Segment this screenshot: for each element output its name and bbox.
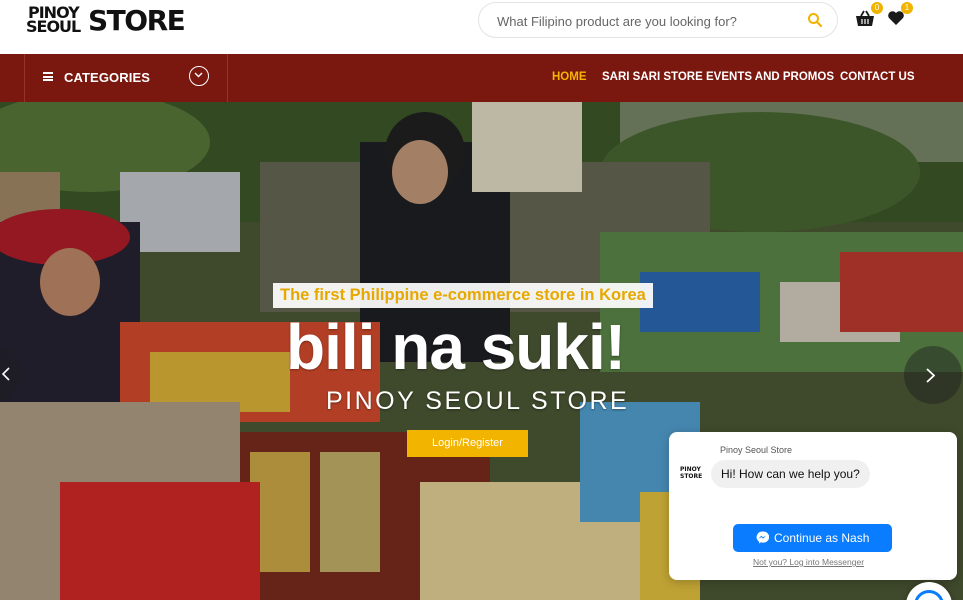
categories-dropdown[interactable]: CATEGORIES	[24, 54, 228, 102]
search-bar	[478, 2, 838, 38]
wishlist-count-badge: 1	[901, 2, 913, 14]
nav-events-and-promos[interactable]: EVENTS AND PROMOS	[706, 71, 834, 83]
nav-sari-sari-store[interactable]: SARI SARI STORE	[602, 71, 703, 83]
hero-subheadline: PINOY SEOUL STORE	[326, 387, 630, 415]
nav-home[interactable]: HOME	[552, 71, 587, 83]
continue-as-button[interactable]: Continue as Nash	[733, 524, 892, 552]
search-input[interactable]	[497, 11, 787, 31]
search-icon[interactable]	[807, 12, 823, 28]
chat-greeting-bubble: Hi! How can we help you?	[711, 460, 870, 488]
chat-page-name: Pinoy Seoul Store	[720, 445, 793, 455]
hero-headline: bili na suki!	[286, 311, 626, 383]
main-navigation: CATEGORIES HOME SARI SARI STORE EVENTS A…	[0, 54, 963, 102]
messenger-icon	[756, 531, 769, 544]
logo-line-3: STORE	[88, 4, 186, 37]
login-register-button[interactable]: Login/Register	[407, 430, 528, 457]
basket-icon	[856, 10, 874, 26]
continue-as-label: Continue as Nash	[774, 531, 870, 545]
nav-contact-us[interactable]: CONTACT US	[840, 71, 915, 83]
chevron-right-icon	[926, 368, 935, 383]
wishlist-button[interactable]: 1	[887, 2, 913, 30]
chevron-down-icon[interactable]	[189, 66, 209, 86]
categories-label: CATEGORIES	[64, 70, 150, 85]
cart-button[interactable]: 0	[855, 2, 883, 30]
chat-avatar: PINOY STORE	[680, 466, 703, 480]
messenger-chat-widget: Pinoy Seoul Store PINOY STORE Hi! How ca…	[669, 432, 957, 580]
slider-next-button[interactable]	[904, 346, 962, 404]
store-logo[interactable]: PINOY SEOUL STORE	[26, 3, 186, 39]
logo-line-2: SEOUL	[26, 17, 81, 36]
cart-count-badge: 0	[871, 2, 883, 14]
site-header: PINOY SEOUL STORE 0 1	[0, 0, 963, 54]
messenger-ring-icon	[914, 590, 944, 600]
log-into-messenger-link[interactable]: Not you? Log into Messenger	[753, 557, 864, 567]
menu-icon	[43, 72, 53, 81]
hero-tagline: The first Philippine e-commerce store in…	[273, 283, 653, 308]
chevron-left-icon	[2, 367, 10, 381]
